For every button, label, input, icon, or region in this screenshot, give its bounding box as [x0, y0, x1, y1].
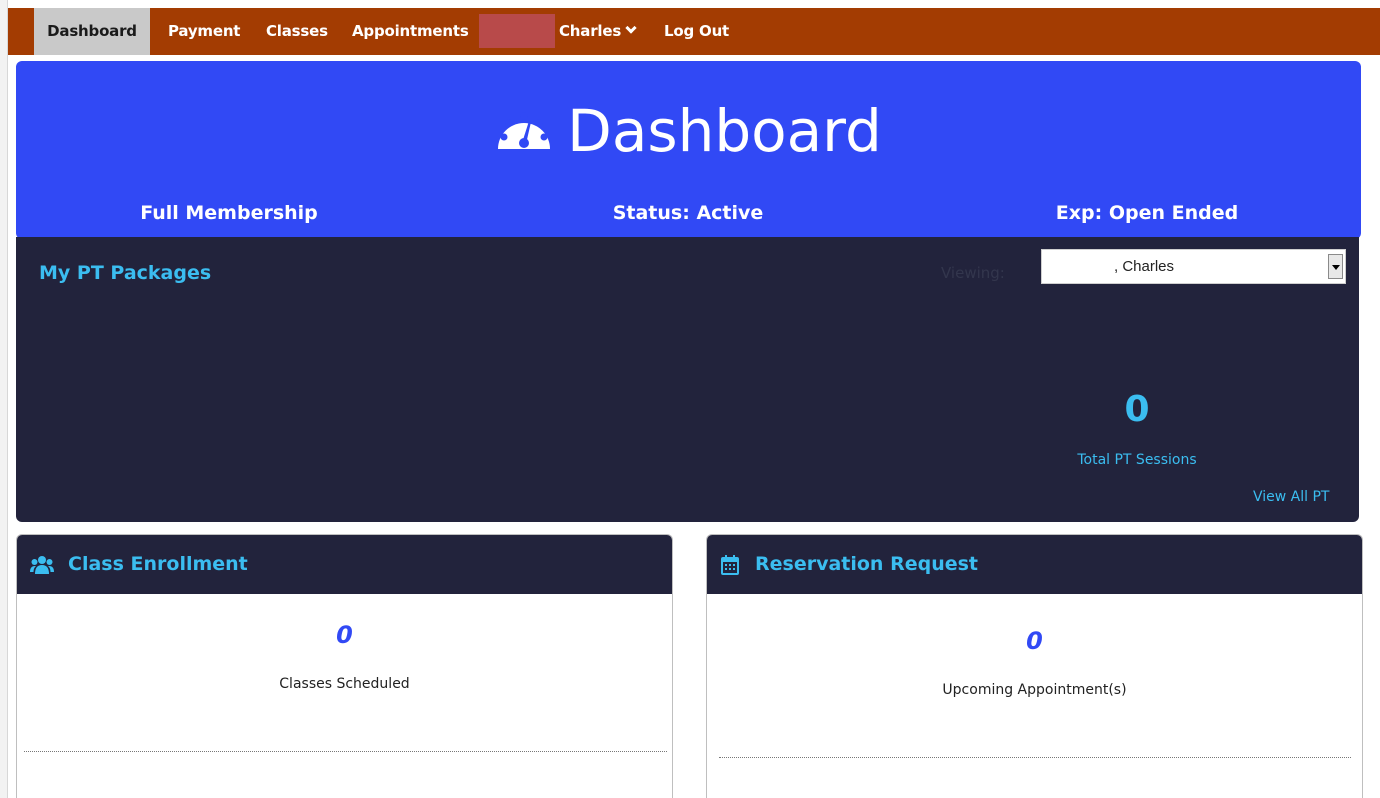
nav-classes[interactable]: Classes [266, 8, 328, 55]
pt-packages-title: My PT Packages [39, 262, 212, 284]
page-title-text: Dashboard [567, 97, 882, 165]
reservation-request-title: Reservation Request [755, 553, 978, 575]
nav-user-menu[interactable]: Charles [559, 8, 637, 55]
membership-type: Full Membership [140, 202, 318, 224]
total-pt-sessions-label: Total PT Sessions [1077, 452, 1197, 468]
classes-scheduled-label: Classes Scheduled [279, 676, 410, 692]
chevron-down-icon [625, 22, 637, 34]
dashboard-header: Dashboard Full Membership Status: Active… [16, 61, 1361, 239]
nav-payment[interactable]: Payment [168, 8, 240, 55]
dropdown-arrow-icon[interactable] [1328, 254, 1343, 279]
client-select-value: , Charles [1114, 258, 1175, 275]
pt-packages-panel: My PT Packages Viewing: , Charles 0 Tota… [16, 237, 1359, 522]
reservation-request-header: Reservation Request [707, 535, 1362, 594]
class-enrollment-header: Class Enrollment [17, 535, 672, 594]
top-navigation: Dashboard Payment Classes Appointments C… [8, 8, 1380, 55]
gauge-icon [495, 97, 553, 165]
class-enrollment-title: Class Enrollment [68, 553, 248, 575]
upcoming-appointments-count: 0 [1026, 627, 1043, 655]
view-all-pt-link[interactable]: View All PT [1253, 489, 1329, 505]
redacted-user-name [479, 14, 555, 48]
user-name-label: Charles [559, 22, 622, 40]
nav-logout[interactable]: Log Out [664, 8, 729, 55]
client-select[interactable]: , Charles [1041, 249, 1346, 284]
membership-expiration: Exp: Open Ended [1055, 202, 1239, 224]
users-icon [30, 555, 54, 579]
reservation-request-card: Reservation Request 0 Upcoming Appointme… [706, 534, 1363, 798]
window-left-edge [0, 0, 8, 798]
class-enrollment-card: Class Enrollment 0 Classes Scheduled [16, 534, 673, 798]
upcoming-appointments-label: Upcoming Appointment(s) [942, 682, 1127, 698]
viewing-label: Viewing: [941, 264, 1005, 282]
calendar-icon [721, 555, 739, 579]
card-divider [24, 751, 667, 752]
membership-status: Status: Active [612, 202, 764, 224]
page-title: Dashboard [16, 97, 1361, 169]
total-pt-sessions-count: 0 [1124, 389, 1150, 430]
nav-dashboard[interactable]: Dashboard [34, 8, 150, 55]
nav-appointments[interactable]: Appointments [352, 8, 469, 55]
card-divider [719, 757, 1351, 758]
classes-scheduled-count: 0 [336, 621, 353, 649]
